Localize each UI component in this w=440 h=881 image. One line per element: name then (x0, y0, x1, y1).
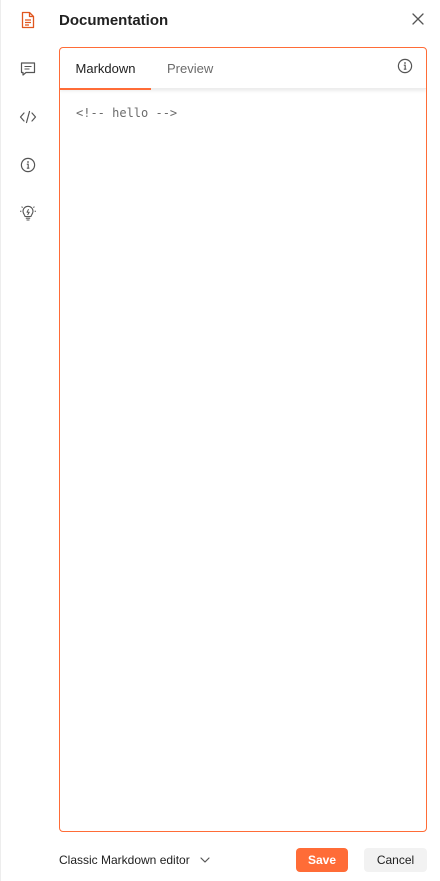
panel-title: Documentation (59, 12, 169, 29)
chevron-down-icon (200, 857, 210, 863)
code-icon (19, 110, 37, 124)
editor-mode-label: Classic Markdown editor (59, 853, 190, 867)
close-icon (412, 12, 424, 30)
documentation-sidebar: Documentation Markdown Preview <!-- hell… (0, 0, 440, 881)
tab-preview[interactable]: Preview (167, 48, 213, 89)
editor-mode-dropdown[interactable]: Classic Markdown editor (59, 850, 210, 870)
cancel-button[interactable]: Cancel (364, 848, 427, 872)
info-icon (20, 157, 36, 173)
tab-markdown[interactable]: Markdown (60, 48, 151, 90)
rail-item-lightbulb[interactable] (16, 201, 40, 225)
info-icon (397, 58, 413, 79)
close-button[interactable] (409, 12, 427, 30)
editor-content[interactable]: <!-- hello --> (76, 106, 177, 120)
rail-item-documentation[interactable] (16, 8, 40, 32)
context-rail (0, 0, 52, 881)
markdown-editor[interactable]: Markdown Preview <!-- hello --> (59, 47, 427, 832)
comments-icon (20, 61, 36, 77)
rail-item-info[interactable] (16, 153, 40, 177)
rail-item-code[interactable] (16, 105, 40, 129)
rail-item-comments[interactable] (16, 57, 40, 81)
lightbulb-icon (19, 204, 37, 222)
documentation-icon (20, 11, 36, 29)
editor-tabbar: Markdown Preview (60, 48, 426, 90)
markdown-help-button[interactable] (396, 58, 414, 79)
save-button[interactable]: Save (296, 848, 348, 872)
